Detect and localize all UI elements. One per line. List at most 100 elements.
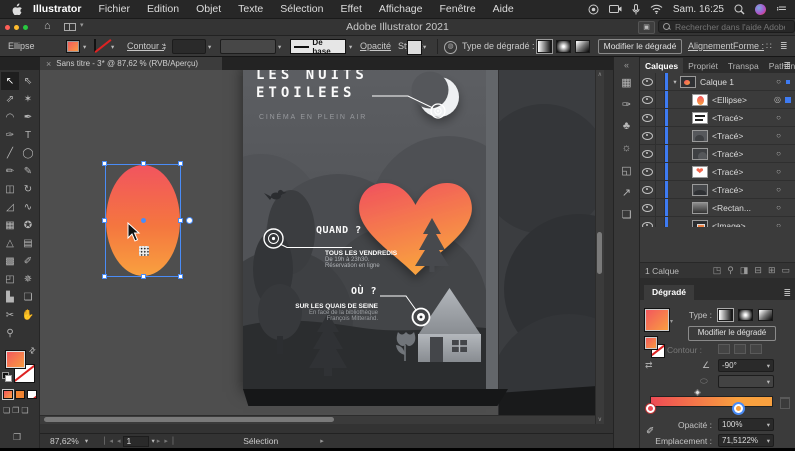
- microphone-icon[interactable]: [632, 3, 640, 15]
- tab-gradient[interactable]: Dégradé: [644, 285, 695, 300]
- target-circle-icon[interactable]: ○: [776, 185, 781, 194]
- layer-row[interactable]: <Tracé> ○: [640, 163, 795, 181]
- artboard-poster[interactable]: LES NUITS ETOILEES CINÉMA EN PLEIN AIR Q…: [243, 70, 486, 390]
- selection-tool[interactable]: ↖: [1, 72, 19, 90]
- shaper-tool[interactable]: ✎: [19, 162, 37, 180]
- canvas[interactable]: LES NUITS ETOILEES CINÉMA EN PLEIN AIR Q…: [40, 70, 604, 424]
- previous-artboard-icon[interactable]: ◂: [117, 437, 121, 445]
- rotate-tool[interactable]: ↻: [19, 180, 37, 198]
- center-point[interactable]: [141, 218, 146, 223]
- visibility-eye-icon[interactable]: [640, 109, 656, 126]
- gradient-panel-menu-icon[interactable]: ≣: [783, 288, 791, 299]
- layer-row[interactable]: <Tracé> ○: [640, 181, 795, 199]
- target-circle-icon[interactable]: ○: [776, 149, 781, 158]
- resize-handle[interactable]: [102, 218, 107, 223]
- resize-handle[interactable]: [178, 274, 183, 279]
- document-tab[interactable]: × Sans titre - 3* @ 87,62 % (RVB/Aperçu): [40, 57, 222, 70]
- visibility-eye-icon[interactable]: [640, 163, 656, 180]
- gradient-fill-swatch[interactable]: [644, 336, 658, 350]
- visibility-eye-icon[interactable]: [640, 73, 656, 90]
- width-tool[interactable]: ∿: [19, 198, 37, 216]
- radial-gradient-button[interactable]: [738, 309, 753, 321]
- globe-icon[interactable]: ◍: [444, 41, 457, 54]
- layer-row[interactable]: ▾ Calque 1 ○: [640, 73, 795, 91]
- export-panel-icon[interactable]: ↗: [614, 181, 639, 203]
- search-input[interactable]: [673, 20, 787, 33]
- menu-texte[interactable]: Texte: [238, 3, 263, 15]
- stroke-within-icon[interactable]: [718, 344, 730, 354]
- menu-illustrator[interactable]: Illustrator: [33, 3, 81, 15]
- horizontal-scroll-thumb[interactable]: [44, 417, 334, 422]
- horizontal-scrollbar[interactable]: [40, 415, 595, 424]
- fill-color-control[interactable]: [5, 350, 26, 369]
- location-field[interactable]: 71,5122% ▾: [718, 434, 774, 447]
- type-tool[interactable]: T: [19, 126, 37, 144]
- layer-row[interactable]: <Tracé> ○: [640, 109, 795, 127]
- live-shape-handle[interactable]: [186, 217, 193, 224]
- chevron-down-icon[interactable]: ▾: [208, 43, 211, 51]
- artboards-panel-icon[interactable]: ❏: [614, 203, 639, 225]
- gpu-performance-icon[interactable]: ▣: [638, 21, 655, 34]
- gradient-color-mode-button[interactable]: [2, 389, 14, 400]
- align-label[interactable]: Alignement: [688, 41, 733, 51]
- curvature-tool[interactable]: ✑: [1, 126, 19, 144]
- new-layer-icon[interactable]: ⊞: [768, 265, 776, 276]
- vertical-scroll-thumb[interactable]: [597, 232, 602, 274]
- tab-propriét[interactable]: Propriét: [683, 58, 723, 73]
- layer-row[interactable]: <Rectan... ○: [640, 199, 795, 217]
- default-fill-stroke-icon[interactable]: [2, 372, 12, 382]
- scroll-down-icon[interactable]: ∨: [598, 416, 602, 423]
- menu-fenêtre[interactable]: Fenêtre: [439, 3, 475, 15]
- collect-for-export-icon[interactable]: ◳: [713, 265, 722, 276]
- next-artboard-icon[interactable]: ▸: [157, 437, 161, 445]
- gradient-slider[interactable]: [650, 396, 773, 407]
- eraser-tool[interactable]: ◫: [1, 180, 19, 198]
- screen-mirroring-icon[interactable]: [588, 4, 599, 15]
- none-color-mode-button[interactable]: [27, 390, 37, 399]
- stroke-weight-field[interactable]: [172, 39, 206, 54]
- mesh-tool[interactable]: ▤: [19, 234, 37, 252]
- close-tab-icon[interactable]: ×: [46, 59, 51, 69]
- menubar-clock[interactable]: Sam. 16:25: [673, 4, 724, 15]
- stroke-across-icon[interactable]: [750, 344, 762, 354]
- swap-fill-stroke-icon[interactable]: ⇄: [27, 345, 38, 356]
- status-menu-icon[interactable]: ▸: [320, 437, 324, 445]
- draw-behind-mode-icon[interactable]: ❐: [12, 406, 19, 415]
- line-segment-tool[interactable]: ╱: [1, 144, 19, 162]
- resize-handle[interactable]: [102, 161, 107, 166]
- brush-definition-dropdown[interactable]: De base: [290, 38, 346, 56]
- layer-row[interactable]: <Tracé> ○: [640, 145, 795, 163]
- artboard-number-field[interactable]: 1: [122, 435, 149, 447]
- fill-color-swatch[interactable]: [66, 40, 80, 53]
- target-circle-icon[interactable]: ○: [776, 203, 781, 212]
- direct-selection-tool[interactable]: ⇖: [19, 72, 37, 90]
- resize-handle[interactable]: [140, 161, 146, 166]
- target-circle-icon[interactable]: ○: [776, 167, 781, 176]
- column-graph-tool[interactable]: ▙: [1, 288, 19, 306]
- brushes-panel-icon[interactable]: ✑: [614, 93, 639, 115]
- resize-handle[interactable]: [178, 218, 183, 223]
- target-circle-icon[interactable]: ◎: [774, 95, 781, 104]
- linear-gradient-button[interactable]: [536, 39, 553, 54]
- menu-edition[interactable]: Edition: [147, 3, 179, 15]
- width-profile-dropdown[interactable]: [220, 39, 276, 54]
- stroke-label[interactable]: Contour :: [127, 41, 164, 51]
- symbol-sprayer-tool[interactable]: ✵: [19, 270, 37, 288]
- aspect-ratio-field[interactable]: ▾: [718, 375, 774, 388]
- draw-normal-mode-icon[interactable]: ❏: [3, 406, 10, 415]
- menu-affichage[interactable]: Affichage: [379, 3, 423, 15]
- stroke-color-swatch[interactable]: [94, 39, 96, 52]
- zoom-tool[interactable]: ⚲: [1, 324, 19, 342]
- target-circle-icon[interactable]: ○: [776, 77, 781, 86]
- hand-tool[interactable]: ✋: [19, 306, 37, 324]
- gradient-stop-end[interactable]: [733, 404, 743, 413]
- puppet-warp-tool[interactable]: ✪: [19, 216, 37, 234]
- resize-handle[interactable]: [140, 274, 146, 279]
- style-swatch[interactable]: [407, 40, 422, 55]
- menu-fichier[interactable]: Fichier: [98, 3, 130, 15]
- artboard-tool[interactable]: ❏: [19, 288, 37, 306]
- edit-gradient-button[interactable]: Modifier le dégradé: [688, 326, 776, 341]
- scale-tool[interactable]: ◿: [1, 198, 19, 216]
- resize-handle[interactable]: [178, 161, 183, 166]
- chevron-down-icon[interactable]: ▾: [349, 43, 352, 51]
